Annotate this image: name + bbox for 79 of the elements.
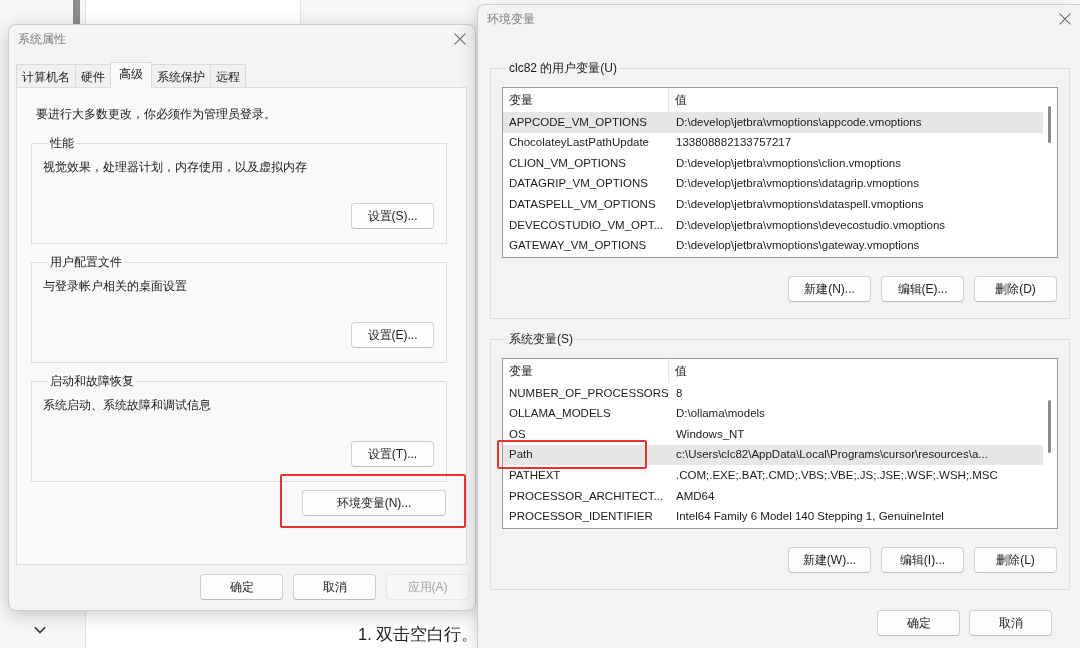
close-icon[interactable] — [454, 33, 466, 45]
list-button[interactable]: 编辑(I)... — [881, 547, 964, 573]
list-button[interactable]: 新建(N)... — [788, 276, 871, 302]
settings-button[interactable]: 设置(S)... — [351, 203, 434, 229]
dialog-button[interactable]: 取消 — [969, 610, 1052, 636]
column-header[interactable]: 变量 — [503, 359, 669, 383]
list-row[interactable]: NUMBER_OF_PROCESSORS 8 — [503, 383, 1043, 404]
list-button[interactable]: 编辑(E)... — [881, 276, 964, 302]
list-row[interactable]: DATASPELL_VM_OPTIONS D:\develop\jetbra\vmoptions\dataspell.vmoptions — [503, 194, 1043, 215]
variable-value: c:\Users\clc82\AppData\Local\Programs\cursor\resources\a... — [676, 448, 988, 461]
variable-value: D:\develop\jetbra\vmoptions\dataspell.vmoptions — [676, 198, 924, 211]
dialog-button[interactable]: 确定 — [877, 610, 960, 636]
variable-value: D:\develop\jetbra\vmoptions\devecostudio.vmoptions — [676, 218, 946, 231]
list-button[interactable]: 新建(W)... — [788, 547, 871, 573]
scrollbar-thumb[interactable] — [73, 0, 80, 25]
group-title: 启动和故障恢复 — [49, 373, 135, 389]
variable-value: .COM;.EXE;.BAT;.CMD;.VBS;.VBE;.JS;.JSE;.WSF;.WSH;.MSC — [676, 469, 998, 482]
variable-value: Windows_NT — [676, 427, 745, 440]
settings-button[interactable]: 设置(E)... — [351, 322, 434, 348]
list-button[interactable]: 删除(D) — [974, 276, 1057, 302]
variable-value: D:\develop\jetbra\vmoptions\datagrip.vmoptions — [676, 177, 919, 190]
chevron-down-icon[interactable] — [33, 626, 46, 634]
variable-name: ChocolateyLastPathUpdate — [509, 136, 649, 149]
document-text: 1. 双击空白行。 — [358, 624, 479, 645]
group-title: 系统变量(S) — [508, 331, 574, 347]
variable-name: APPCODE_VM_OPTIONS — [509, 115, 648, 128]
list-row[interactable]: GATEWAY_VM_OPTIONS D:\develop\jetbra\vmoptions\gateway.vmoptions — [503, 235, 1043, 257]
group-title: 用户配置文件 — [49, 254, 123, 270]
environment-variables-button[interactable]: 环境变量(N)... — [302, 490, 446, 516]
list-row[interactable]: OS Windows_NT — [503, 424, 1043, 445]
variable-name: GATEWAY_VM_OPTIONS — [509, 239, 647, 252]
variable-name: DEVECOSTUDIO_VM_OPT... — [509, 218, 663, 231]
variable-name: CLION_VM_OPTIONS — [509, 156, 626, 169]
list-row[interactable]: PROCESSOR_ARCHITECT... AMD64 — [503, 485, 1043, 507]
window-title: 环境变量 — [487, 11, 535, 27]
list-row[interactable]: PATHEXT .COM;.EXE;.BAT;.CMD;.VBS;.VBE;.JS;.JSE;.WSF;.WSH;.MSC — [503, 465, 1043, 486]
tab[interactable]: 高级 — [110, 62, 152, 88]
list-row[interactable]: CLION_VM_OPTIONS D:\develop\jetbra\vmoptions\clion.vmoptions — [503, 153, 1043, 174]
group-title: 性能 — [49, 135, 75, 151]
scrollbar-thumb[interactable] — [1048, 400, 1051, 453]
variable-name: PATHEXT — [509, 469, 561, 482]
variable-value: AMD64 — [676, 489, 715, 502]
variable-name: OS — [509, 427, 526, 440]
variable-value: D:\develop\jetbra\vmoptions\gateway.vmoptions — [676, 239, 920, 252]
variable-value: D:\ollama\models — [676, 407, 765, 420]
list-row[interactable]: PROCESSOR_IDENTIFIER Intel64 Family 6 Model 140 Stepping 1, GenuineIntel — [503, 506, 1043, 528]
variable-value: D:\develop\jetbra\vmoptions\appcode.vmoptions — [676, 115, 922, 128]
tab[interactable]: 远程 — [210, 64, 246, 88]
list-row[interactable]: APPCODE_VM_OPTIONS D:\develop\jetbra\vmoptions\appcode.vmoptions — [503, 112, 1043, 133]
list-row[interactable]: ChocolateyLastPathUpdate 133808882133757217 — [503, 132, 1043, 154]
group-description: 与登录帐户相关的桌面设置 — [43, 278, 188, 294]
variable-name: NUMBER_OF_PROCESSORS — [509, 386, 669, 399]
variable-value: Intel64 Family 6 Model 140 Stepping 1, GenuineIntel — [676, 510, 944, 523]
variable-name: DATASPELL_VM_OPTIONS — [509, 198, 656, 211]
settings-button[interactable]: 设置(T)... — [351, 441, 434, 467]
variable-name: PROCESSOR_ARCHITECT... — [509, 489, 663, 502]
list-row[interactable]: DATAGRIP_VM_OPTIONS D:\develop\jetbra\vmoptions\datagrip.vmoptions — [503, 173, 1043, 195]
list-row[interactable]: DEVECOSTUDIO_VM_OPT... D:\develop\jetbra\vmoptions\devecostudio.vmoptions — [503, 214, 1043, 236]
variable-value: 133808882133757217 — [676, 136, 792, 149]
variable-name: OLLAMA_MODELS — [509, 407, 611, 420]
dialog-button[interactable]: 取消 — [293, 574, 376, 600]
column-header[interactable]: 值 — [669, 88, 687, 112]
list-row[interactable]: OLLAMA_MODELS D:\ollama\models — [503, 403, 1043, 425]
close-icon[interactable] — [1059, 13, 1071, 25]
notice-text: 要进行大多数更改，你必须作为管理员登录。 — [36, 106, 277, 122]
variable-name: DATAGRIP_VM_OPTIONS — [509, 177, 648, 190]
group-title: clc82 的用户变量(U) — [508, 60, 618, 76]
dialog-button[interactable]: 确定 — [200, 574, 283, 600]
tab[interactable]: 计算机名 — [16, 64, 76, 88]
list-button[interactable]: 删除(L) — [974, 547, 1057, 573]
scrollbar-thumb[interactable] — [1048, 106, 1051, 143]
window-title: 系统属性 — [18, 31, 66, 47]
variable-value: 8 — [676, 386, 683, 399]
variable-name: PROCESSOR_IDENTIFIER — [509, 510, 653, 523]
variable-value: D:\develop\jetbra\vmoptions\clion.vmoptions — [676, 156, 901, 169]
variable-name: Path — [509, 448, 533, 461]
group-description: 视觉效果，处理器计划，内存使用，以及虚拟内存 — [43, 159, 308, 175]
column-header[interactable]: 值 — [669, 359, 687, 383]
group-description: 系统启动、系统故障和调试信息 — [43, 397, 212, 413]
